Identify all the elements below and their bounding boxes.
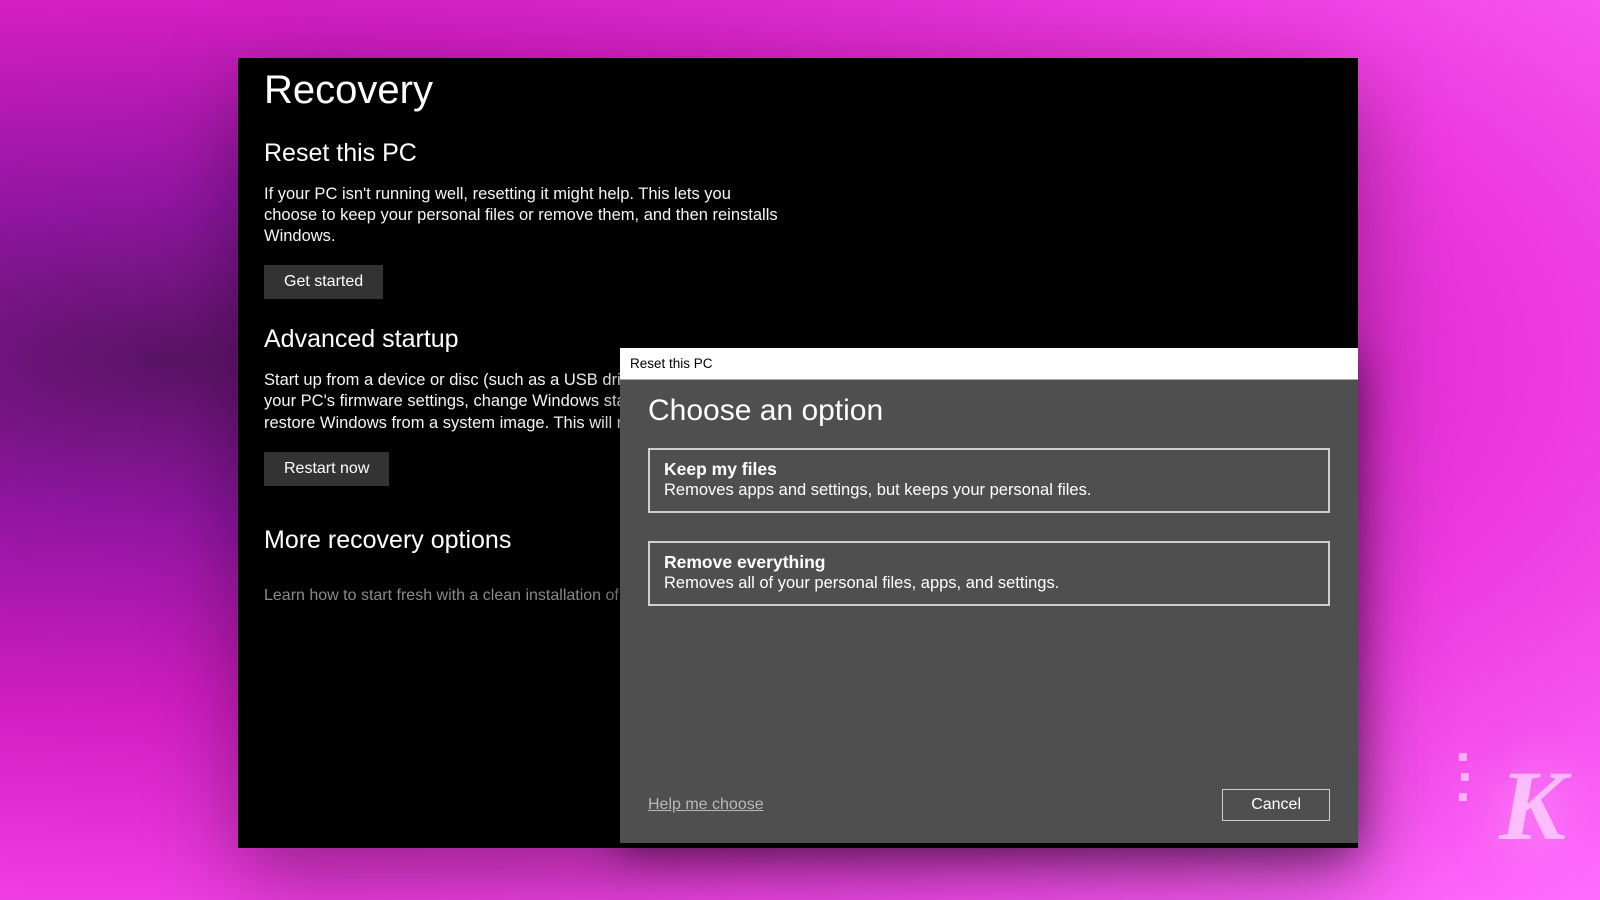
option-keep-my-files[interactable]: Keep my files Removes apps and settings,… (648, 448, 1330, 513)
option-description: Removes all of your personal files, apps… (664, 574, 1314, 593)
cancel-button[interactable]: Cancel (1222, 789, 1330, 821)
section-heading: Reset this PC (264, 139, 784, 168)
dialog-title-bar: Reset this PC (620, 348, 1358, 380)
watermark-letter: K (1499, 750, 1560, 861)
section-description: If your PC isn't running well, resetting… (264, 184, 784, 247)
settings-window: Recovery Reset this PC If your PC isn't … (238, 58, 1358, 848)
dialog-footer: Help me choose Cancel (648, 789, 1330, 821)
help-me-choose-link[interactable]: Help me choose (648, 796, 764, 814)
option-title: Keep my files (664, 459, 1314, 480)
option-remove-everything[interactable]: Remove everything Removes all of your pe… (648, 541, 1330, 606)
get-started-button[interactable]: Get started (264, 265, 383, 299)
option-description: Removes apps and settings, but keeps you… (664, 481, 1314, 500)
dialog-body: Choose an option Keep my files Removes a… (620, 380, 1358, 606)
watermark-logo: ▪ ▪▪ K (1499, 756, 1560, 856)
option-title: Remove everything (664, 552, 1314, 573)
watermark-dots-icon: ▪ ▪▪ (1457, 746, 1464, 806)
page-title: Recovery (264, 58, 1332, 113)
reset-this-pc-section: Reset this PC If your PC isn't running w… (264, 139, 784, 299)
dialog-heading: Choose an option (648, 394, 1330, 428)
restart-now-button[interactable]: Restart now (264, 452, 389, 486)
reset-pc-dialog: Reset this PC Choose an option Keep my f… (620, 348, 1358, 843)
